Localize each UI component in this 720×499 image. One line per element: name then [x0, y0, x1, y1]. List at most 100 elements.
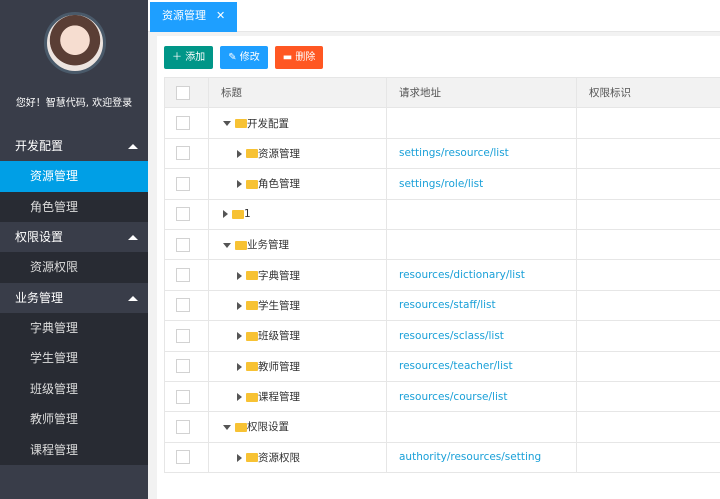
row-title: 班级管理: [258, 330, 300, 343]
row-checkbox[interactable]: [176, 268, 190, 283]
trash-icon: ▬: [282, 52, 296, 63]
row-title: 资源权限: [258, 451, 300, 464]
row-checkbox[interactable]: [176, 207, 190, 222]
select-all-checkbox[interactable]: [176, 85, 190, 100]
edit-button[interactable]: ✎ 修改: [220, 46, 268, 69]
url-cell: resources/sclass/list: [386, 320, 577, 352]
perm-cell: [576, 168, 720, 200]
row-checkbox[interactable]: [176, 298, 190, 313]
main: 资源管理 ✕ ＋ 添加 ✎ 修改 ▬ 删除 标题 请求地址 权限标识 开发配置 资…: [148, 0, 720, 499]
url-cell: resources/course/list: [386, 380, 577, 413]
sidebar-item-class[interactable]: 班级管理: [0, 373, 148, 404]
caret-up-icon: [128, 144, 138, 149]
row-checkbox[interactable]: [176, 450, 190, 465]
perm-cell: [576, 137, 720, 170]
menu-group-dev[interactable]: 开发配置: [0, 131, 148, 161]
caret-right-icon[interactable]: [237, 332, 242, 341]
caret-right-icon[interactable]: [237, 393, 242, 402]
sidebar-menu: 开发配置 资源管理 角色管理 权限设置 资源权限 业务管理 字典管理 学生管理 …: [0, 131, 148, 465]
row-select: [164, 107, 209, 139]
row-checkbox[interactable]: [176, 176, 190, 191]
folder-icon: [232, 209, 244, 219]
table-row[interactable]: 权限设置: [164, 411, 720, 443]
folder-icon: [235, 119, 247, 129]
group-label: 业务管理: [15, 290, 64, 305]
title-cell: 班级管理: [208, 320, 387, 352]
table-row[interactable]: 业务管理: [164, 228, 720, 261]
table-row[interactable]: 资源权限 authority/resources/setting: [164, 441, 720, 474]
table-row[interactable]: 课程管理 resources/course/list: [164, 380, 720, 413]
caret-down-icon[interactable]: [223, 121, 231, 127]
tab-resource[interactable]: 资源管理 ✕: [150, 2, 237, 32]
row-checkbox[interactable]: [176, 146, 190, 161]
sidebar-item-teacher[interactable]: 教师管理: [0, 404, 148, 435]
table-row[interactable]: 教师管理 resources/teacher/list: [164, 350, 720, 382]
row-title: 角色管理: [258, 178, 300, 191]
add-label: 添加: [185, 52, 206, 63]
caret-down-icon[interactable]: [223, 242, 231, 248]
table-row[interactable]: 开发配置: [164, 107, 720, 139]
caret-right-icon[interactable]: [237, 362, 242, 371]
row-checkbox[interactable]: [176, 116, 190, 131]
row-checkbox[interactable]: [176, 419, 190, 434]
row-checkbox[interactable]: [176, 389, 190, 404]
caret-right-icon[interactable]: [237, 301, 242, 310]
row-select: [164, 380, 209, 413]
url-cell: [386, 228, 577, 261]
table-row[interactable]: 班级管理 resources/sclass/list: [164, 320, 720, 352]
url-cell: settings/resource/list: [386, 137, 577, 170]
close-icon[interactable]: ✕: [216, 9, 225, 22]
menu-group-auth[interactable]: 权限设置: [0, 222, 148, 252]
title-cell: 课程管理: [208, 380, 387, 413]
caret-down-icon[interactable]: [223, 424, 231, 430]
sidebar-item-course[interactable]: 课程管理: [0, 434, 148, 465]
folder-icon: [235, 240, 247, 250]
sidebar-item-student[interactable]: 学生管理: [0, 343, 148, 374]
row-select: [164, 168, 209, 200]
caret-right-icon[interactable]: [237, 149, 242, 158]
folder-icon: [246, 362, 258, 372]
delete-label: 删除: [295, 52, 316, 63]
folder-icon: [246, 271, 258, 281]
perm-cell: [576, 411, 720, 443]
add-button[interactable]: ＋ 添加: [164, 46, 214, 69]
folder-icon: [246, 301, 258, 311]
caret-right-icon[interactable]: [223, 210, 228, 219]
url-cell: [386, 198, 577, 230]
folder-icon: [235, 422, 247, 432]
row-select: [164, 411, 209, 443]
folder-icon: [246, 179, 258, 189]
delete-button[interactable]: ▬ 删除: [274, 46, 324, 69]
perm-cell: [576, 198, 720, 230]
sidebar-item-resource-auth[interactable]: 资源权限: [0, 252, 148, 283]
perm-cell: [576, 228, 720, 261]
table-row[interactable]: 1: [164, 198, 720, 230]
caret-right-icon[interactable]: [237, 453, 242, 462]
perm-cell: [576, 350, 720, 382]
row-title: 开发配置: [247, 117, 289, 130]
row-checkbox[interactable]: [176, 237, 190, 252]
row-checkbox[interactable]: [176, 359, 190, 374]
menu-group-business[interactable]: 业务管理: [0, 282, 148, 313]
row-title: 学生管理: [258, 299, 300, 312]
sidebar-item-role[interactable]: 角色管理: [0, 191, 148, 222]
url-cell: resources/dictionary/list: [386, 259, 577, 291]
row-checkbox[interactable]: [176, 328, 190, 343]
caret-right-icon[interactable]: [237, 180, 242, 189]
perm-cell: [576, 441, 720, 474]
table-row[interactable]: 角色管理 settings/role/list: [164, 168, 720, 200]
url-cell: resources/teacher/list: [386, 350, 577, 382]
table-row[interactable]: 学生管理 resources/staff/list: [164, 289, 720, 322]
sidebar-item-resource[interactable]: 资源管理: [0, 161, 148, 192]
url-cell: [386, 411, 577, 443]
sidebar-item-dictionary[interactable]: 字典管理: [0, 312, 148, 343]
avatar[interactable]: [44, 12, 106, 74]
title-cell: 教师管理: [208, 350, 387, 382]
tab-label: 资源管理: [162, 9, 206, 22]
group-label: 权限设置: [15, 230, 64, 244]
caret-right-icon[interactable]: [237, 271, 242, 280]
header-title: 标题: [208, 76, 387, 109]
title-cell: 学生管理: [208, 289, 387, 322]
table-row[interactable]: 字典管理 resources/dictionary/list: [164, 259, 720, 291]
table-row[interactable]: 资源管理 settings/resource/list: [164, 137, 720, 170]
